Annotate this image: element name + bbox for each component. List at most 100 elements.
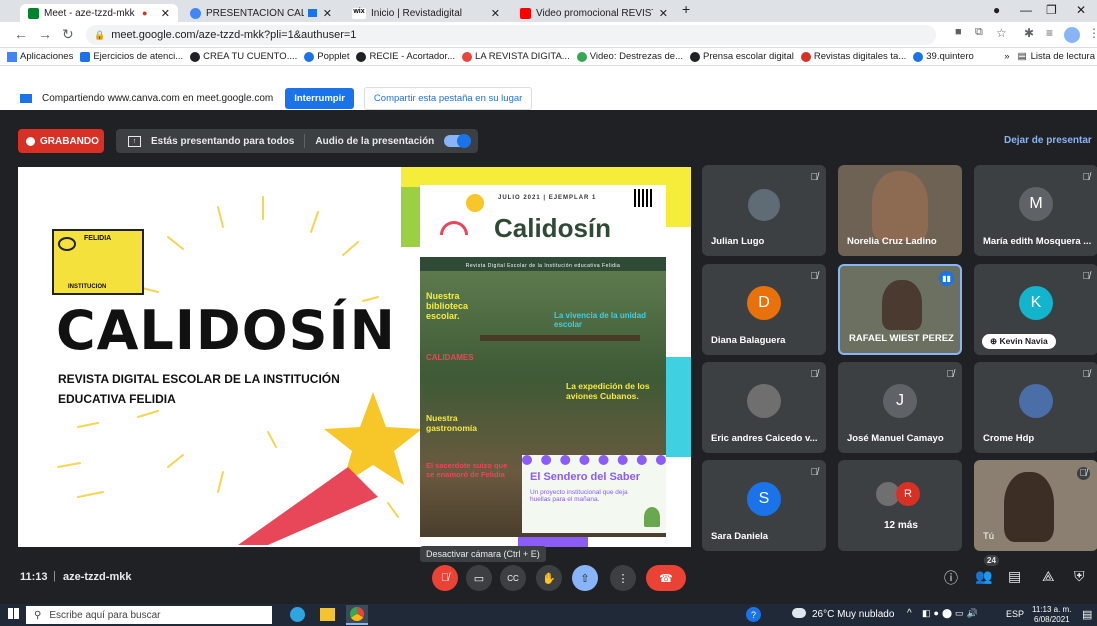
window-close-icon[interactable]: ✕ <box>1076 3 1086 17</box>
camera-button[interactable]: ▭ <box>466 565 492 591</box>
tray-chevron-icon[interactable]: ^ <box>907 608 912 619</box>
bookmark-item[interactable]: 39.quintero <box>913 51 974 62</box>
mic-off-button[interactable]: 🎙̸ <box>432 565 458 591</box>
participant-tile[interactable]: 🎙̸ J José Manuel Camayo <box>838 362 962 453</box>
present-icon: ⇧ <box>580 572 590 585</box>
windows-start-icon[interactable] <box>8 608 19 619</box>
mic-off-icon: 🎙̸ <box>810 172 819 183</box>
bookmark-item[interactable]: Aplicaciones <box>7 51 73 62</box>
reading-list-label[interactable]: Lista de lectura <box>1031 51 1095 62</box>
cover-item: Nuestra gastronomía <box>426 413 478 433</box>
participant-tile-active-speaker[interactable]: ▮▮ RAFAEL WIEST PEREZ <box>838 264 962 355</box>
close-icon[interactable]: ✕ <box>317 7 332 20</box>
bookmark-item[interactable]: CREA TU CUENTO.... <box>190 51 297 62</box>
host-controls-icon[interactable]: ⛨ <box>1074 568 1085 585</box>
bookmark-star-icon[interactable]: ☆ <box>996 26 1007 40</box>
bookmark-item[interactable]: Video: Destrezas de... <box>576 51 683 62</box>
bookmark-item[interactable]: Prensa escolar digital <box>690 51 794 62</box>
profile-dot-icon[interactable]: ● <box>993 3 1000 17</box>
avatar <box>748 189 780 221</box>
notifications-icon[interactable]: ▤ <box>1082 608 1092 621</box>
captions-button[interactable]: CC <box>500 565 526 591</box>
help-icon[interactable]: ? <box>746 607 761 622</box>
search-icon: ⚲ <box>34 609 42 621</box>
chrome-icon[interactable] <box>346 605 368 625</box>
taskbar-search-input[interactable]: ⚲ Escribe aquí para buscar <box>26 606 272 624</box>
cover-item: Nuestra biblioteca escolar. <box>426 291 469 321</box>
browser-tab-bar: Meet - aze-tzzd-mkk ● ✕ PRESENTACIÓN CAL… <box>0 0 1097 22</box>
lock-icon: 🔒 <box>94 29 106 40</box>
participant-tile[interactable]: 🎙̸ Crome Hdp <box>974 362 1097 453</box>
share-this-tab-button[interactable]: Compartir esta pestaña en su lugar <box>363 86 533 110</box>
extensions-icon[interactable]: ✱ <box>1024 26 1034 40</box>
camera-indicator-icon[interactable]: ■ <box>955 26 962 38</box>
participant-tile[interactable]: 🎙̸ D Diana Balaguera <box>702 264 826 355</box>
clock-date[interactable]: 6/08/2021 <box>1034 615 1070 624</box>
bookmark-item[interactable]: LA REVISTA DIGITA... <box>462 51 570 62</box>
audio-toggle[interactable] <box>444 134 472 148</box>
new-tab-button[interactable]: + <box>682 1 690 17</box>
weather-text[interactable]: 26°C Muy nublado <box>812 609 894 620</box>
self-view-tile[interactable]: 🎙̸ Tú <box>974 460 1097 551</box>
reload-icon[interactable]: ↻ <box>62 26 74 43</box>
info-icon[interactable]: ⓘ <box>944 568 958 588</box>
edge-icon[interactable] <box>290 607 305 622</box>
tab-youtube[interactable]: Video promocional REVISTA DIGI ✕ <box>512 4 676 22</box>
bookmark-item[interactable]: Revistas digitales ta... <box>800 51 906 62</box>
bookmark-item[interactable]: Popplet <box>304 51 349 62</box>
more-bookmarks-icon[interactable]: » <box>1004 51 1009 62</box>
media-control-icon[interactable]: ≡ <box>1046 26 1053 40</box>
slide-title: CALIDOSÍN <box>56 299 396 362</box>
chat-icon[interactable]: ▤ <box>1008 568 1021 585</box>
bookmark-item[interactable]: RECIE - Acortador... <box>356 51 455 62</box>
tab-presentacion[interactable]: PRESENTACIÓN CALIDOSÍN ✕ <box>182 4 340 22</box>
divider <box>304 134 306 148</box>
close-icon[interactable]: ✕ <box>485 7 500 20</box>
tab-revistadigital[interactable]: wix Inicio | Revistadigital ✕ <box>344 4 508 22</box>
participant-tile[interactable]: 🎙̸ Julian Lugo <box>702 165 826 256</box>
globe-icon <box>690 51 701 62</box>
maximize-icon[interactable]: ❐ <box>1046 3 1057 17</box>
language-indicator[interactable]: ESP <box>1006 609 1024 619</box>
profile-avatar[interactable] <box>1064 27 1080 43</box>
participant-name: José Manuel Camayo <box>847 433 944 444</box>
bookmark-item[interactable]: Ejercicios de atenci... <box>80 51 183 62</box>
participant-tile[interactable]: Norelia Cruz Ladino <box>838 165 962 256</box>
stop-presenting-button[interactable]: Dejar de presentar <box>1004 135 1092 146</box>
bookmarks-bar: Aplicaciones Ejercicios de atenci... CRE… <box>0 48 1097 66</box>
clock-time[interactable]: 11:13 a. m. <box>1032 605 1071 614</box>
more-participants-tile[interactable]: R 12 más <box>838 460 962 551</box>
leave-call-button[interactable]: ☎ <box>646 565 686 591</box>
bookmark-icon <box>190 51 201 62</box>
url-field[interactable]: 🔒 meet.google.com/aze-tzzd-mkk?pli=1&aut… <box>86 25 936 45</box>
tab-meet[interactable]: Meet - aze-tzzd-mkk ● ✕ <box>20 4 178 22</box>
present-button[interactable]: ⇧ <box>572 565 598 591</box>
close-icon[interactable]: ✕ <box>653 7 668 20</box>
school-logo: FELIDIA INSTITUCION <box>52 229 144 295</box>
minimize-icon[interactable]: — <box>1020 3 1032 17</box>
box-title: El Sendero del Saber <box>530 471 641 483</box>
video-feed <box>872 171 928 241</box>
sun-icon <box>466 194 484 212</box>
presenting-label: Estás presentando para todos <box>151 135 295 147</box>
people-icon[interactable]: 👥 <box>975 568 992 585</box>
activities-icon[interactable]: ⟁ <box>1042 568 1055 585</box>
screen-share-icon <box>20 93 32 103</box>
participant-name: Eric andres Caicedo v... <box>711 433 818 444</box>
menu-icon[interactable]: ⋮ <box>1088 26 1097 40</box>
participant-tile[interactable]: 🎙̸ S Sara Daniela <box>702 460 826 551</box>
wix-icon: wix <box>352 7 366 19</box>
participant-tile[interactable]: 🎙̸ K ⊕ Kevin Navia <box>974 264 1097 355</box>
participant-tile[interactable]: 🎙̸ Eric andres Caicedo v... <box>702 362 826 453</box>
file-explorer-icon[interactable] <box>320 608 335 621</box>
forward-icon[interactable]: → <box>38 26 52 42</box>
participant-tile[interactable]: 🎙̸ M María edith Mosquera ... <box>974 165 1097 256</box>
bookmark-label: Prensa escolar digital <box>703 51 794 62</box>
raise-hand-button[interactable]: ✋ <box>536 565 562 591</box>
stop-sharing-button[interactable]: Interrumpir <box>285 87 354 109</box>
share-page-icon[interactable]: ⧉ <box>975 26 983 39</box>
back-icon[interactable]: ← <box>14 26 28 42</box>
meeting-code: aze-tzzd-mkk <box>63 571 132 583</box>
close-icon[interactable]: ✕ <box>155 7 170 20</box>
more-options-button[interactable]: ⋮ <box>610 565 636 591</box>
